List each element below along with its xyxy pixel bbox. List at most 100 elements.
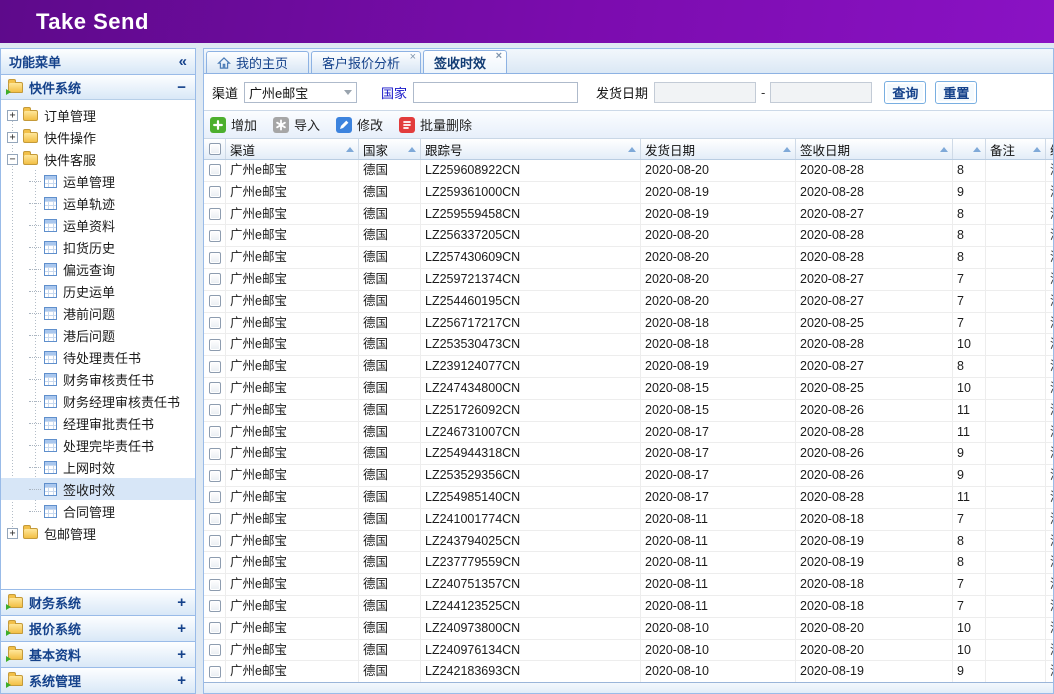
column-header-country[interactable]: 国家 (359, 139, 421, 159)
row-checkbox[interactable] (209, 361, 221, 373)
table-row[interactable]: 广州e邮宝德国LZ242183693CN2020-08-102020-08-19… (204, 661, 1053, 682)
cell-edit-action[interactable]: 添加 (1046, 596, 1053, 617)
collapse-minus-icon[interactable]: − (177, 80, 186, 95)
column-header-sign-date[interactable]: 签收日期 (796, 139, 953, 159)
expand-plus-icon[interactable]: + (177, 621, 186, 636)
table-row[interactable]: 广州e邮宝德国LZ237779559CN2020-08-112020-08-19… (204, 552, 1053, 574)
row-checkbox[interactable] (209, 295, 221, 307)
expander-icon[interactable]: + (7, 132, 18, 143)
expander-icon[interactable]: − (7, 154, 18, 165)
column-header-remark[interactable]: 备注 (986, 139, 1046, 159)
cell-edit-action[interactable]: 添加 (1046, 465, 1053, 486)
edit-button[interactable]: 修改 (336, 115, 383, 134)
row-checkbox[interactable] (209, 644, 221, 656)
tab-close-icon[interactable]: × (496, 51, 502, 62)
sidebar-panel-express-system[interactable]: 快件系统 − (1, 75, 195, 100)
tree-item[interactable]: 港后问题 (1, 324, 195, 346)
row-checkbox[interactable] (209, 208, 221, 220)
tree-item[interactable]: 经理审批责任书 (1, 412, 195, 434)
expander-icon[interactable]: + (7, 528, 18, 539)
tree-item[interactable]: 运单资料 (1, 214, 195, 236)
cell-edit-action[interactable]: 添加 (1046, 661, 1053, 682)
table-row[interactable]: 广州e邮宝德国LZ253530473CN2020-08-182020-08-28… (204, 334, 1053, 356)
sidebar-panel-2[interactable]: 基本资料+ (1, 641, 195, 667)
tab-1[interactable]: 客户报价分析× (311, 51, 421, 73)
cell-edit-action[interactable]: 添加 (1046, 487, 1053, 508)
table-row[interactable]: 广州e邮宝德国LZ259721374CN2020-08-202020-08-27… (204, 269, 1053, 291)
row-checkbox[interactable] (209, 600, 221, 612)
tree-item[interactable]: −快件客服 (1, 148, 195, 170)
table-row[interactable]: 广州e邮宝德国LZ243794025CN2020-08-112020-08-19… (204, 531, 1053, 553)
table-row[interactable]: 广州e邮宝德国LZ240751357CN2020-08-112020-08-18… (204, 574, 1053, 596)
cell-edit-action[interactable]: 添加 (1046, 225, 1053, 246)
cell-edit-action[interactable]: 添加 (1046, 269, 1053, 290)
tree-item[interactable]: 上网时效 (1, 456, 195, 478)
table-row[interactable]: 广州e邮宝德国LZ259608922CN2020-08-202020-08-28… (204, 160, 1053, 182)
cell-edit-action[interactable]: 添加 (1046, 334, 1053, 355)
query-button[interactable]: 查询 (884, 81, 926, 104)
row-checkbox[interactable] (209, 186, 221, 198)
cell-edit-action[interactable]: 添加 (1046, 291, 1053, 312)
row-checkbox[interactable] (209, 273, 221, 285)
table-row[interactable]: 广州e邮宝德国LZ247434800CN2020-08-152020-08-25… (204, 378, 1053, 400)
table-row[interactable]: 广州e邮宝德国LZ241001774CN2020-08-112020-08-18… (204, 509, 1053, 531)
country-input[interactable] (413, 82, 578, 103)
table-row[interactable]: 广州e邮宝德国LZ239124077CN2020-08-192020-08-27… (204, 356, 1053, 378)
row-checkbox[interactable] (209, 535, 221, 547)
sort-asc-icon[interactable] (1033, 147, 1041, 152)
select-all-checkbox[interactable] (209, 143, 221, 155)
row-checkbox[interactable] (209, 339, 221, 351)
row-checkbox[interactable] (209, 426, 221, 438)
table-row[interactable]: 广州e邮宝德国LZ259361000CN2020-08-192020-08-28… (204, 182, 1053, 204)
expand-plus-icon[interactable]: + (177, 673, 186, 688)
table-row[interactable]: 广州e邮宝德国LZ254985140CN2020-08-172020-08-28… (204, 487, 1053, 509)
column-header-ship-date[interactable]: 发货日期 (641, 139, 796, 159)
row-checkbox[interactable] (209, 491, 221, 503)
tree-item[interactable]: 偏远查询 (1, 258, 195, 280)
reset-button[interactable]: 重置 (935, 81, 977, 104)
sidebar-panel-1[interactable]: 报价系统+ (1, 615, 195, 641)
expand-plus-icon[interactable]: + (177, 647, 186, 662)
tree-item[interactable]: 待处理责任书 (1, 346, 195, 368)
batch-delete-button[interactable]: 批量删除 (399, 115, 472, 134)
sort-asc-icon[interactable] (783, 147, 791, 152)
date-from-input[interactable] (654, 82, 756, 103)
cell-edit-action[interactable]: 添加 (1046, 204, 1053, 225)
row-checkbox[interactable] (209, 579, 221, 591)
date-to-input[interactable] (770, 82, 872, 103)
cell-edit-action[interactable]: 添加 (1046, 531, 1053, 552)
table-row[interactable]: 广州e邮宝德国LZ240973800CN2020-08-102020-08-20… (204, 618, 1053, 640)
tree-item[interactable]: +包邮管理 (1, 522, 195, 544)
sort-asc-icon[interactable] (346, 147, 354, 152)
cell-edit-action[interactable]: 添加 (1046, 378, 1053, 399)
row-checkbox[interactable] (209, 404, 221, 416)
row-checkbox[interactable] (209, 513, 221, 525)
row-checkbox[interactable] (209, 252, 221, 264)
cell-edit-action[interactable]: 添加 (1046, 509, 1053, 530)
tree-item[interactable]: 运单轨迹 (1, 192, 195, 214)
row-checkbox[interactable] (209, 317, 221, 329)
collapse-sidebar-icon[interactable]: « (179, 53, 187, 70)
column-header-days[interactable] (953, 139, 986, 159)
cell-edit-action[interactable]: 添加 (1046, 552, 1053, 573)
cell-edit-action[interactable]: 添加 (1046, 618, 1053, 639)
table-row[interactable]: 广州e邮宝德国LZ259559458CN2020-08-192020-08-27… (204, 204, 1053, 226)
tree-item[interactable]: 港前问题 (1, 302, 195, 324)
sidebar-panel-3[interactable]: 系统管理+ (1, 667, 195, 693)
channel-select[interactable]: 广州e邮宝 (244, 82, 357, 103)
tree-item[interactable]: +快件操作 (1, 126, 195, 148)
tree-item[interactable]: 财务经理审核责任书 (1, 390, 195, 412)
column-header-edit[interactable]: 编辑 (1046, 139, 1053, 159)
tree-item[interactable]: 合同管理 (1, 500, 195, 522)
tree-item[interactable]: 财务审核责任书 (1, 368, 195, 390)
row-checkbox[interactable] (209, 557, 221, 569)
table-row[interactable]: 广州e邮宝德国LZ256717217CN2020-08-182020-08-25… (204, 313, 1053, 335)
table-row[interactable]: 广州e邮宝德国LZ246731007CN2020-08-172020-08-28… (204, 422, 1053, 444)
expander-icon[interactable]: + (7, 110, 18, 121)
column-header-channel[interactable]: 渠道 (226, 139, 359, 159)
row-checkbox[interactable] (209, 230, 221, 242)
cell-edit-action[interactable]: 添加 (1046, 356, 1053, 377)
sidebar-panel-0[interactable]: 财务系统+ (1, 589, 195, 615)
cell-edit-action[interactable]: 添加 (1046, 313, 1053, 334)
tree-item[interactable]: 历史运单 (1, 280, 195, 302)
